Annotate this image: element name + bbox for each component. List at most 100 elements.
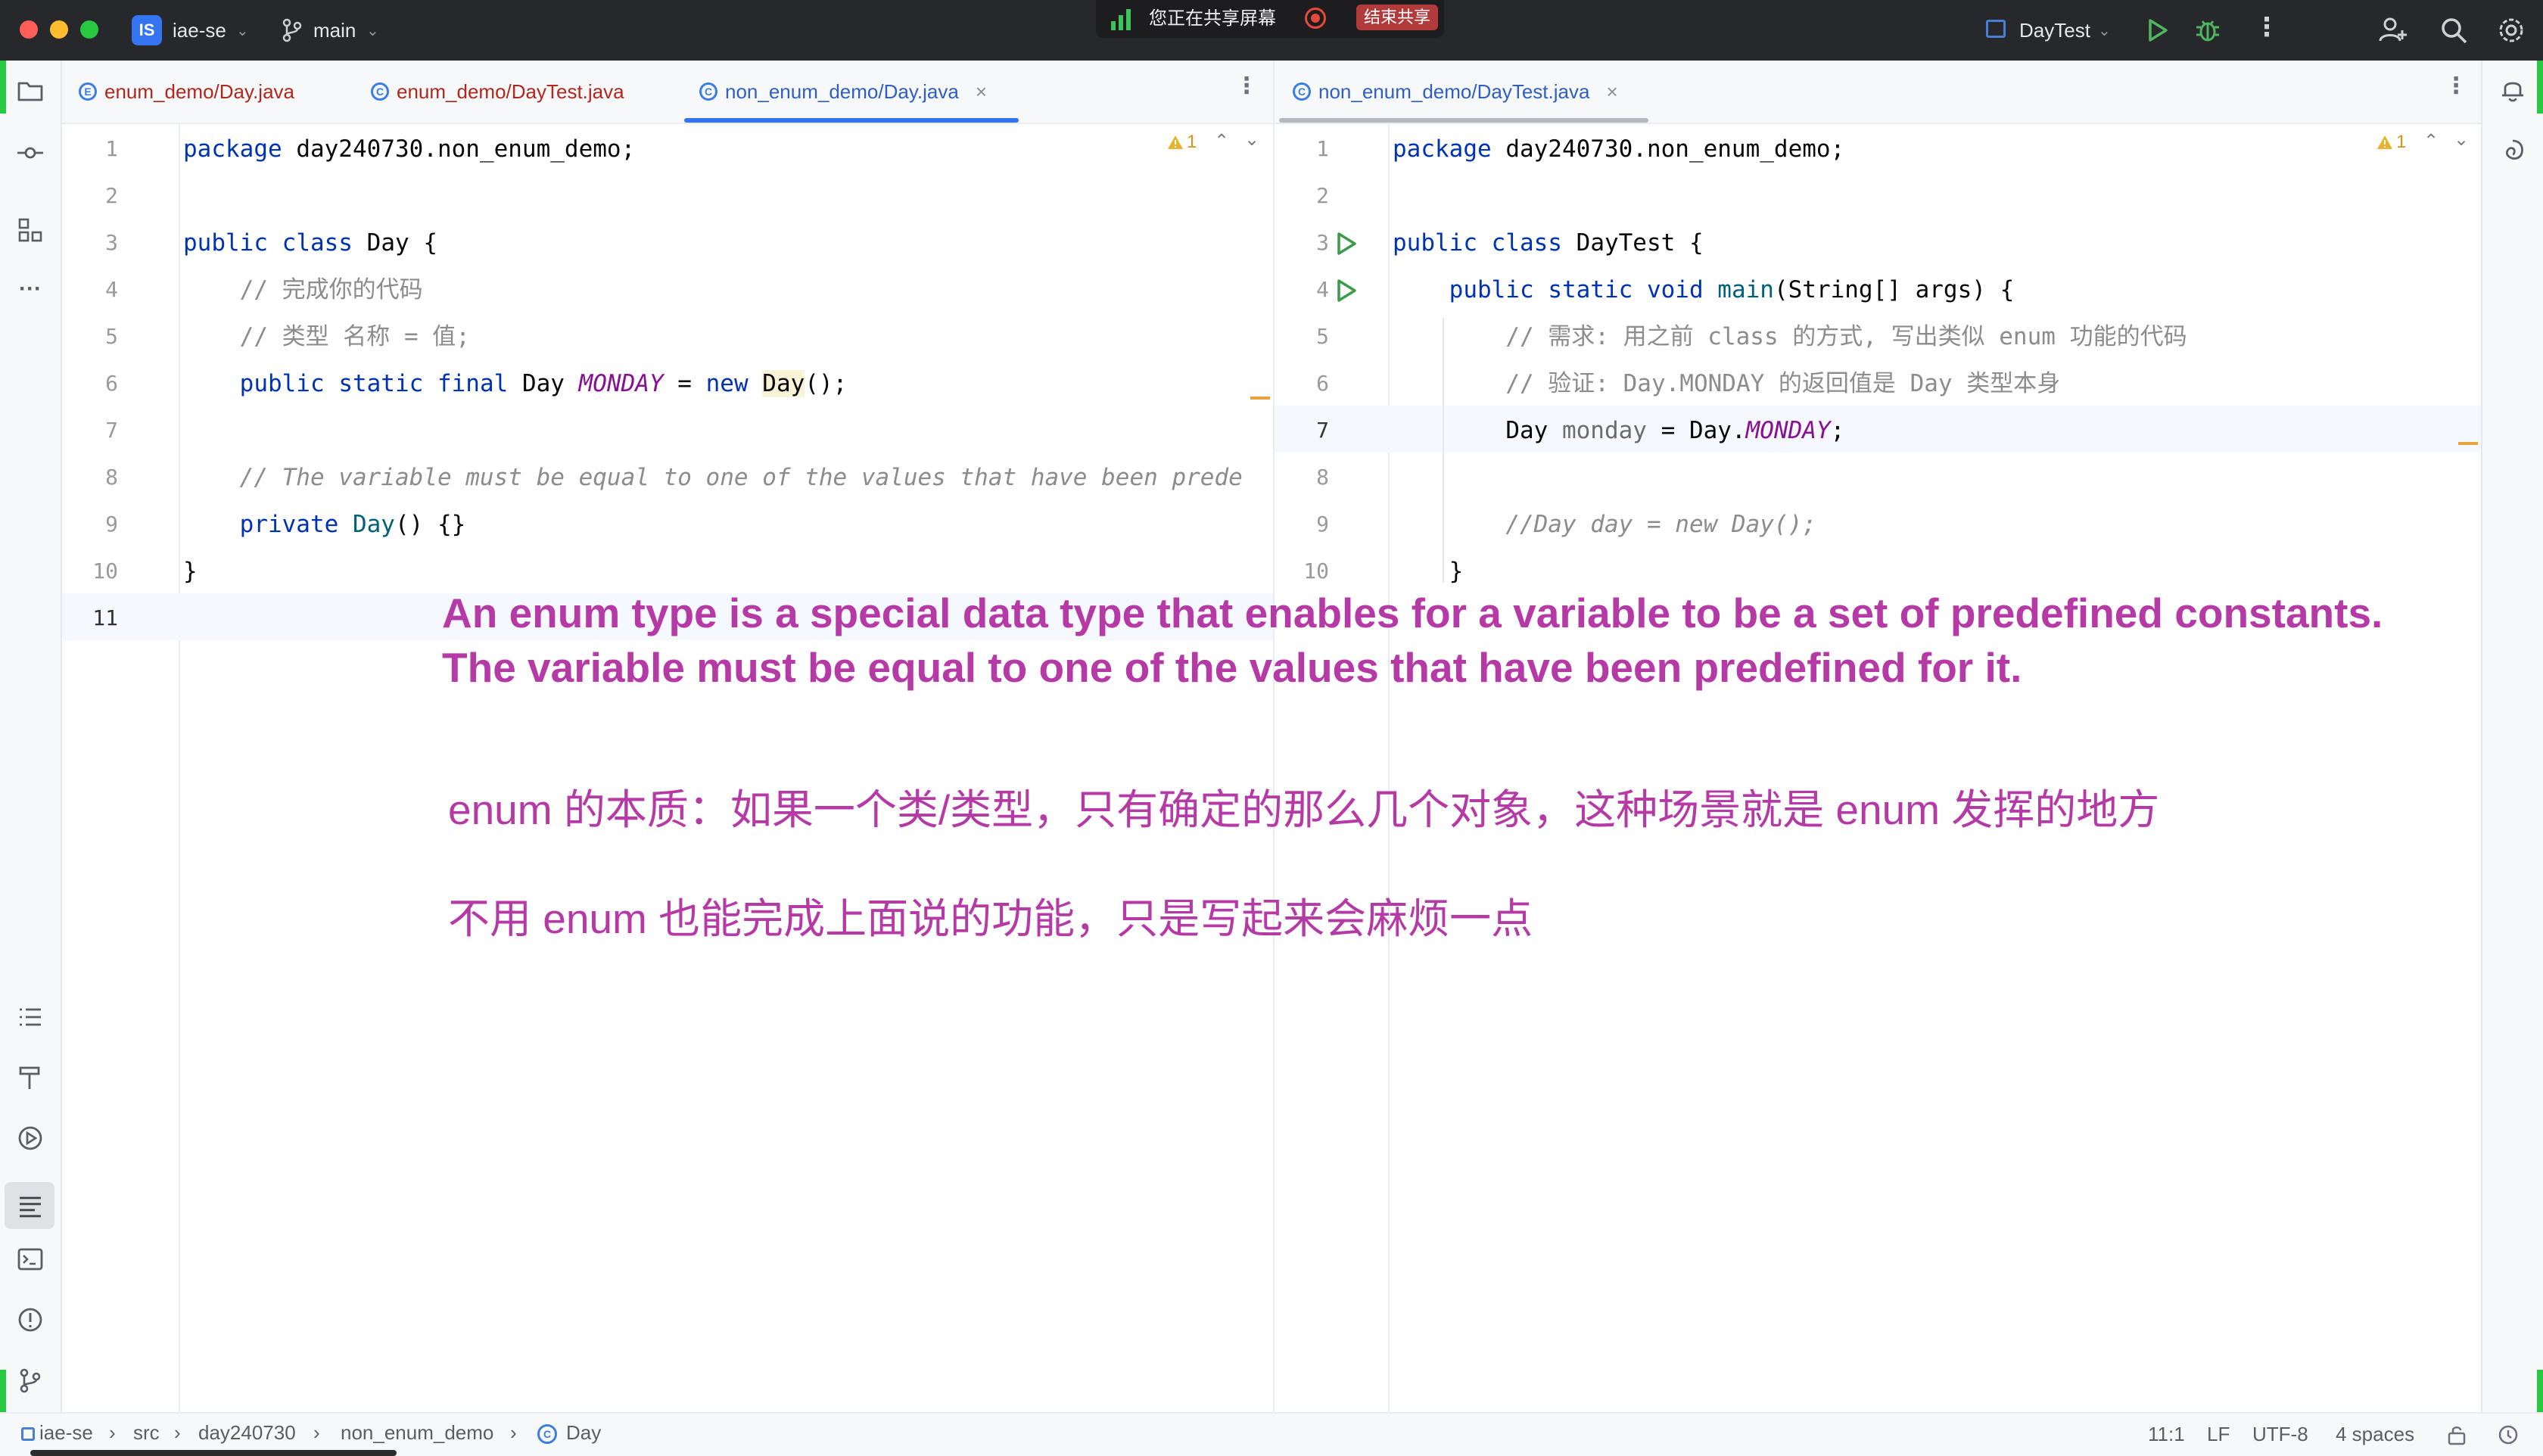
active-marker: [2537, 61, 2543, 114]
next-highlight-icon[interactable]: ⌄: [1244, 129, 1259, 151]
line-number: 2: [1316, 183, 1329, 208]
indent-setting[interactable]: 4 spaces: [2336, 1423, 2414, 1446]
end-share-button[interactable]: 结束共享: [1356, 5, 1439, 30]
branch-name[interactable]: main: [313, 15, 356, 45]
debug-icon[interactable]: [2195, 17, 2221, 48]
line-number: 4: [1316, 277, 1329, 302]
breadcrumb-package[interactable]: day240730: [198, 1421, 296, 1445]
project-name[interactable]: iae-se: [173, 15, 226, 45]
breadcrumb-class[interactable]: Day: [566, 1421, 601, 1445]
notifications-icon[interactable]: [2498, 1424, 2519, 1449]
line-number: 5: [105, 324, 118, 349]
project-badge[interactable]: IS: [132, 15, 162, 45]
close-window-button[interactable]: [20, 20, 38, 39]
run-config-icon: [1986, 20, 2006, 38]
structure-icon[interactable]: [14, 213, 47, 247]
tab-label: non_enum_demo/DayTest.java: [1318, 79, 1590, 103]
tab-non-enum-day[interactable]: C non_enum_demo/Day.java ×: [699, 61, 987, 123]
code-line: // 验证: Day.MONDAY 的返回值是 Day 类型本身: [1505, 370, 2061, 397]
chevron-down-icon[interactable]: ⌄: [236, 21, 249, 40]
warning-icon[interactable]: [2376, 135, 2393, 154]
next-highlight-icon[interactable]: ⌄: [2454, 129, 2469, 151]
line-number: 6: [105, 371, 118, 396]
run-config-name[interactable]: DayTest: [2019, 15, 2090, 45]
line-number: 1: [1316, 136, 1329, 161]
chevron-down-icon[interactable]: ⌄: [2098, 21, 2111, 40]
line-number: 7: [105, 418, 118, 443]
screen-share-banner: 您正在共享屏幕 结束共享: [1096, 0, 1444, 38]
services-icon[interactable]: [14, 1122, 47, 1155]
status-bar: iae-se › src › day240730 › non_enum_demo…: [0, 1412, 2543, 1456]
ai-assistant-icon[interactable]: [2498, 136, 2528, 170]
annotation-zh-1: enum 的本质：如果一个类/类型，只有确定的那么几个对象，这种场景就是 enu…: [448, 786, 2160, 833]
class-file-icon: C: [371, 82, 389, 101]
tab-options-icon[interactable]: ⋮: [1235, 73, 1258, 99]
code-line: private Day() {}: [239, 511, 466, 538]
chevron-right-icon: ›: [510, 1421, 517, 1444]
code-line: Day monday = Day.MONDAY;: [1505, 417, 1845, 444]
lock-icon[interactable]: [2446, 1424, 2467, 1449]
code-line: public static void main(String[] args) {: [1449, 276, 2015, 303]
line-separator[interactable]: LF: [2207, 1423, 2230, 1446]
line-number: 3: [1316, 230, 1329, 255]
problems-icon[interactable]: [14, 1303, 47, 1336]
search-icon[interactable]: [2439, 15, 2469, 49]
enum-file-icon: E: [79, 82, 97, 101]
commit-icon[interactable]: [14, 136, 47, 170]
line-number: 9: [1316, 512, 1329, 537]
build-hammer-icon[interactable]: [14, 1061, 47, 1094]
line-number: 5: [1316, 324, 1329, 349]
line-number: 2: [105, 183, 118, 208]
breadcrumb-project[interactable]: iae-se: [39, 1421, 93, 1445]
close-tab-icon[interactable]: ×: [1606, 80, 1617, 104]
cursor-position[interactable]: 11:1: [2148, 1423, 2185, 1446]
gutter-border: [1388, 124, 1390, 1412]
previous-highlight-icon[interactable]: ⌃: [1214, 130, 1229, 152]
branch-icon: [282, 18, 303, 46]
right-code-area[interactable]: package day240730.non_enum_demo; public …: [1393, 126, 2475, 595]
file-encoding[interactable]: UTF-8: [2252, 1423, 2308, 1446]
active-tab-indicator: [1279, 118, 1648, 123]
warning-icon[interactable]: [1167, 135, 1184, 154]
minimize-window-button[interactable]: [50, 20, 68, 39]
chevron-down-icon[interactable]: ⌄: [366, 21, 379, 40]
terminal-icon[interactable]: [14, 1243, 47, 1276]
project-folder-icon[interactable]: [14, 74, 47, 107]
todo-list-icon[interactable]: [14, 1000, 47, 1034]
chevron-right-icon: ›: [313, 1421, 320, 1444]
git-icon[interactable]: [14, 1364, 47, 1397]
left-gutter: 1 2 3 4 5 6 7 8 9 10 11: [58, 126, 118, 642]
run-main-gutter-icon[interactable]: [1335, 278, 1358, 306]
code-line: //Day day = new Day();: [1505, 511, 1816, 538]
tab-options-icon[interactable]: ⋮: [2445, 73, 2467, 99]
line-number: 1: [105, 136, 118, 161]
close-tab-icon[interactable]: ×: [976, 80, 987, 104]
code-line: public class Day {: [183, 229, 437, 257]
annotation-zh-2: 不用 enum 也能完成上面说的功能，只是写起来会麻烦一点: [448, 895, 1533, 942]
chevron-right-icon: ›: [174, 1421, 181, 1444]
settings-gear-icon[interactable]: [2496, 15, 2526, 49]
run-output-icon[interactable]: [14, 1190, 47, 1223]
title-bar: IS iae-se ⌄ main ⌄ 您正在共享屏幕 结束共享 DayTest …: [0, 0, 2543, 61]
tab-enum-daytest[interactable]: C enum_demo/DayTest.java: [371, 61, 624, 123]
previous-highlight-icon[interactable]: ⌃: [2423, 130, 2439, 152]
add-user-icon[interactable]: [2378, 15, 2408, 49]
zoom-window-button[interactable]: [80, 20, 98, 39]
run-icon[interactable]: [2146, 18, 2169, 46]
breadcrumb-subpackage[interactable]: non_enum_demo: [341, 1421, 493, 1445]
notifications-bell-icon[interactable]: [2498, 74, 2528, 108]
class-file-icon: C: [699, 82, 717, 101]
more-tools-icon[interactable]: ···: [14, 272, 47, 306]
line-number: 3: [105, 230, 118, 255]
breadcrumb-src[interactable]: src: [133, 1421, 160, 1445]
gutter-border: [179, 124, 180, 1412]
left-code-area[interactable]: package day240730.non_enum_demo; public …: [183, 126, 1270, 642]
line-number: 8: [105, 465, 118, 490]
tab-enum-day[interactable]: E enum_demo/Day.java: [79, 61, 294, 123]
run-class-gutter-icon[interactable]: [1335, 232, 1358, 260]
tab-non-enum-daytest[interactable]: C non_enum_demo/DayTest.java ×: [1293, 61, 1618, 123]
more-actions-icon[interactable]: ⋮: [2254, 12, 2280, 42]
module-icon: [21, 1427, 35, 1441]
